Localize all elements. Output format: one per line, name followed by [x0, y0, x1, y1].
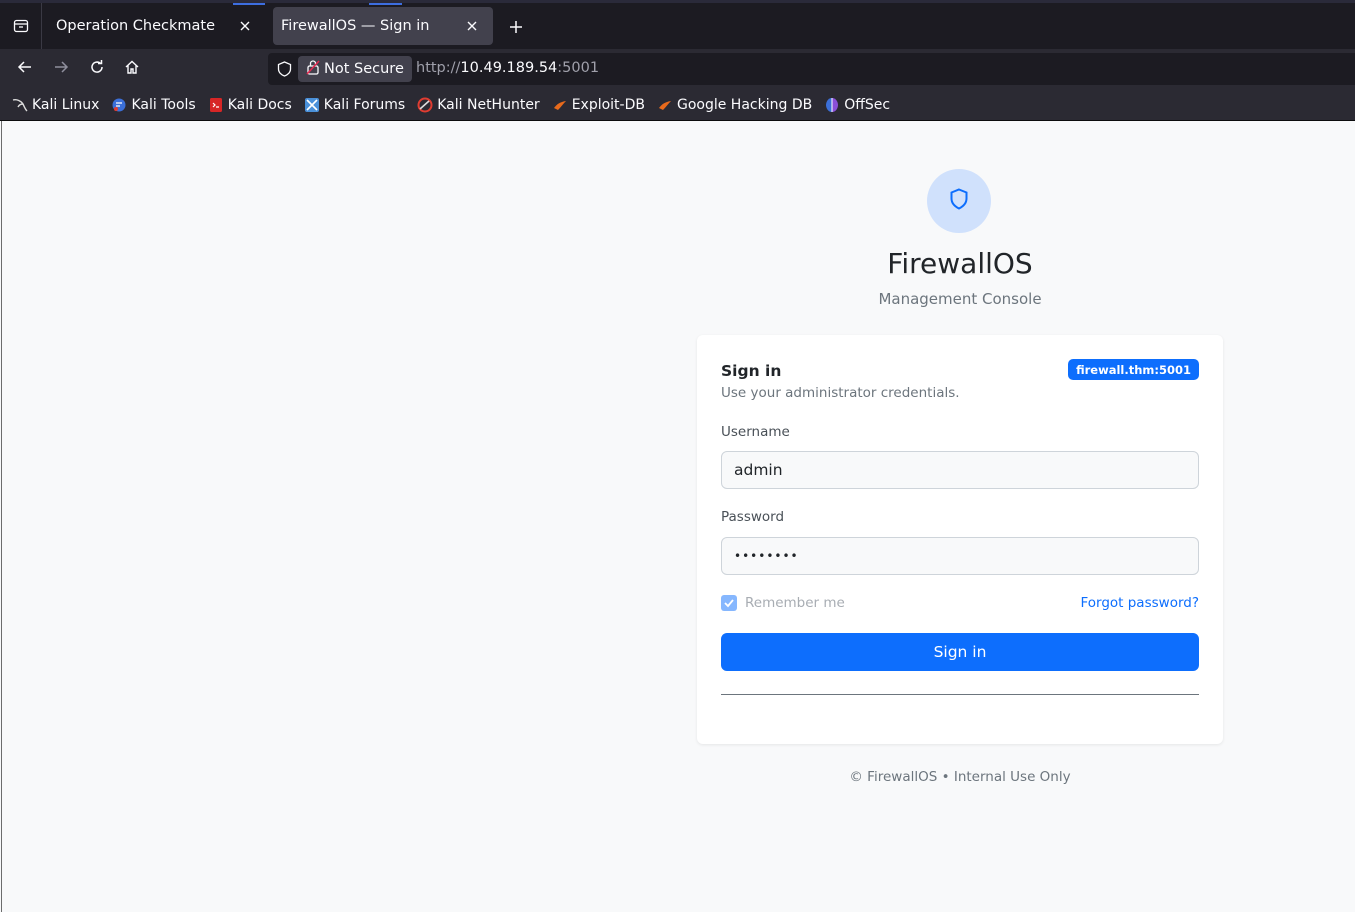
url-text[interactable]: http://10.49.189.54:5001 [416, 60, 599, 76]
insecure-lock-icon [306, 59, 320, 79]
kali-dragon-icon [12, 97, 28, 113]
shield-icon [949, 188, 969, 214]
bookmark-kali-docs[interactable]: Kali Docs [208, 97, 292, 113]
bookmark-kali-nethunter[interactable]: Kali NetHunter [417, 96, 540, 113]
back-button[interactable] [11, 55, 39, 83]
host-badge: firewall.thm:5001 [1068, 359, 1199, 380]
ghdb-icon [657, 97, 673, 113]
signin-card: Sign in Use your administrator credentia… [697, 335, 1223, 744]
tab-accent-left [233, 3, 265, 5]
bookmark-offsec[interactable]: OffSec [824, 97, 890, 113]
bookmarks-toolbar: Kali Linux Kali Tools Kali Docs Kali For… [0, 89, 1355, 121]
tab-list-icon [13, 18, 29, 38]
home-button[interactable] [118, 55, 146, 83]
home-icon [124, 59, 140, 79]
close-icon[interactable] [463, 17, 481, 35]
bookmark-label: OffSec [844, 96, 891, 113]
new-tab-button[interactable] [504, 16, 528, 40]
divider [721, 694, 1199, 695]
bookmark-label: Google Hacking DB [676, 96, 813, 113]
logo [927, 169, 991, 233]
not-secure-label: Not Secure [324, 61, 404, 77]
password-value: •••••••• [734, 549, 799, 563]
bookmark-google-hacking-db[interactable]: Google Hacking DB [657, 97, 812, 113]
page-title: FirewallOS [887, 247, 1033, 280]
password-label: Password [721, 509, 785, 525]
bookmark-label: Kali Linux [32, 96, 100, 113]
username-input[interactable]: admin [721, 451, 1199, 489]
tab-accent-right [369, 3, 402, 5]
exploit-db-icon [552, 97, 568, 113]
bookmark-exploit-db[interactable]: Exploit-DB [552, 97, 645, 113]
shield-icon[interactable] [274, 59, 294, 79]
site-security-button[interactable]: Not Secure [298, 56, 412, 82]
bookmark-kali-linux[interactable]: Kali Linux [12, 97, 99, 113]
arrow-left-icon [17, 59, 33, 79]
forgot-password-link[interactable]: Forgot password? [1080, 595, 1199, 611]
password-input[interactable]: •••••••• [721, 537, 1199, 575]
navigation-toolbar: Not Secure http://10.49.189.54:5001 [0, 49, 1355, 89]
plus-icon [509, 19, 523, 38]
bookmark-kali-tools[interactable]: Kali Tools [111, 96, 196, 113]
close-icon[interactable] [236, 17, 254, 35]
reload-button[interactable] [83, 55, 111, 83]
tab-title: FirewallOS — Sign in [281, 18, 430, 34]
kali-nethunter-icon [417, 97, 433, 113]
bookmark-label: Kali Docs [227, 96, 292, 113]
tab-list-button[interactable] [0, 3, 42, 52]
tab-operation-checkmate[interactable]: Operation Checkmate [44, 7, 266, 45]
address-bar[interactable]: Not Secure http://10.49.189.54:5001 [268, 53, 1355, 85]
sign-in-button[interactable]: Sign in [721, 633, 1199, 671]
tab-firewallos-signin[interactable]: FirewallOS — Sign in [273, 7, 493, 45]
card-title: Sign in [721, 362, 782, 380]
forward-button[interactable] [47, 55, 75, 83]
url-scheme: http:// [416, 60, 461, 76]
username-label: Username [721, 424, 790, 440]
remember-label: Remember me [745, 595, 845, 611]
username-value: admin [734, 461, 783, 479]
tab-title: Operation Checkmate [56, 18, 215, 34]
offsec-icon [824, 97, 840, 113]
arrow-right-icon [53, 59, 69, 79]
bookmark-label: Exploit-DB [571, 96, 645, 113]
footer-text: © FirewallOS • Internal Use Only [849, 769, 1071, 785]
url-port: :5001 [557, 60, 600, 76]
tab-bar: Operation Checkmate FirewallOS — Sign in [0, 0, 1355, 52]
bookmark-kali-forums[interactable]: Kali Forums [304, 97, 405, 113]
page-subtitle: Management Console [878, 290, 1042, 308]
bookmark-label: Kali Tools [131, 96, 196, 113]
kali-tools-icon [111, 97, 127, 113]
bookmark-label: Kali NetHunter [437, 96, 540, 113]
url-host: 10.49.189.54 [460, 60, 558, 76]
kali-docs-icon [208, 97, 224, 113]
remember-checkbox[interactable] [721, 595, 737, 611]
remember-me[interactable]: Remember me [721, 595, 845, 611]
card-description: Use your administrator credentials. [721, 385, 960, 401]
kali-forums-icon [304, 97, 320, 113]
bookmark-label: Kali Forums [323, 96, 406, 113]
reload-icon [89, 59, 105, 79]
